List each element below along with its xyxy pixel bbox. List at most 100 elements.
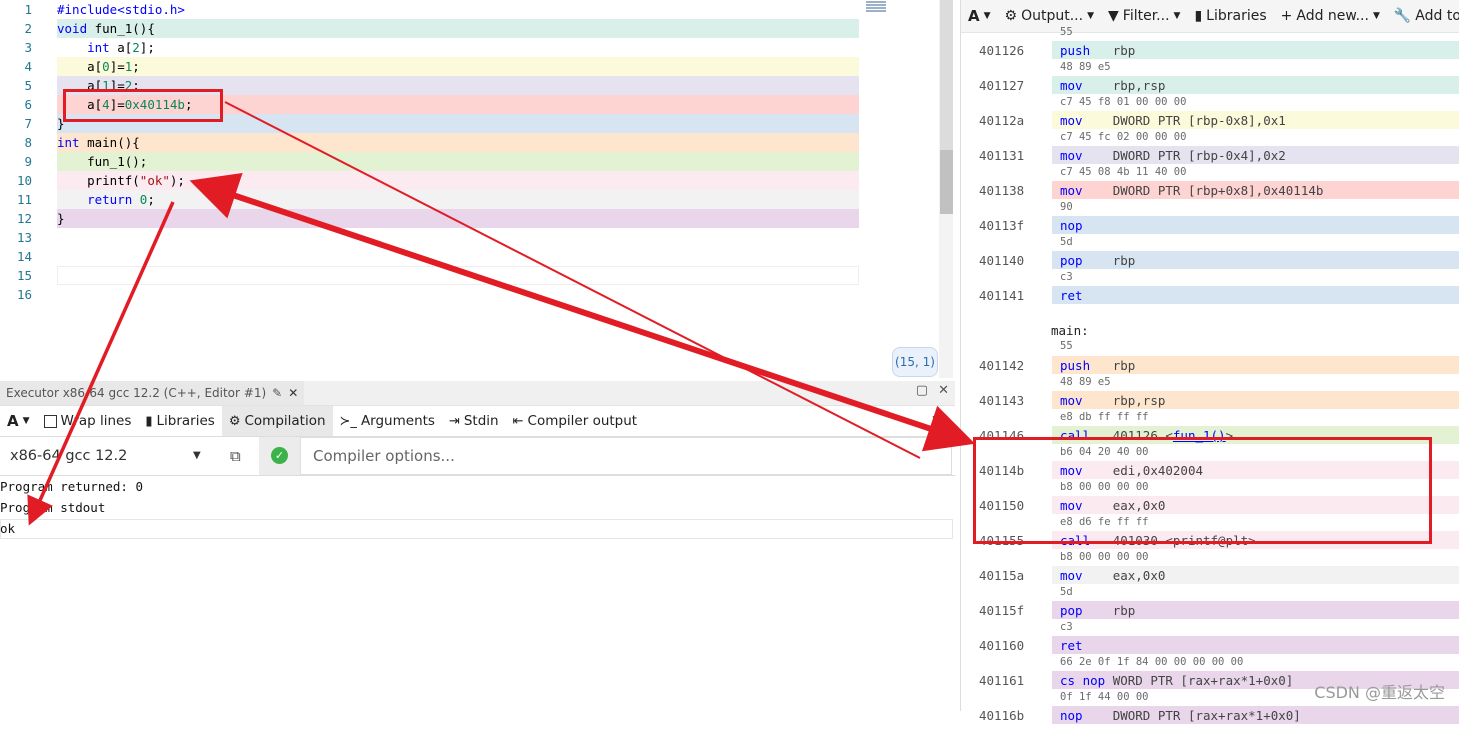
- asm-address: 401160: [979, 638, 1025, 653]
- line-number: 4: [24, 59, 32, 74]
- asm-line-highlight: [1052, 216, 1459, 234]
- asm-row[interactable]: 40115f pop rbp c3: [961, 601, 1459, 636]
- asm-instruction: push rbp: [1060, 43, 1136, 58]
- editor-line[interactable]: 14: [0, 247, 940, 266]
- editor-line[interactable]: 12}: [0, 209, 940, 228]
- editor-line[interactable]: 2 void fun_1(){: [0, 19, 940, 38]
- asm-opcode-bytes: 0f 1f 44 00 00: [1060, 691, 1149, 703]
- executor-pane: Executor x86-64 gcc 12.2 (C++, Editor #1…: [0, 381, 955, 711]
- asm-row[interactable]: 401138 mov DWORD PTR [rbp+0x8],0x40114b 90: [961, 181, 1459, 216]
- asm-address: 401138: [979, 183, 1025, 198]
- asm-row[interactable]: 401131 mov DWORD PTR [rbp-0x4],0x2 c7 45 0…: [961, 146, 1459, 181]
- code-text: int main(){: [57, 135, 140, 150]
- font-size-button[interactable]: A ▼: [0, 406, 37, 436]
- program-returned: Program returned: 0: [0, 479, 143, 494]
- code-text: #include<stdio.h>: [57, 2, 185, 17]
- asm-opcode-bytes: 90: [1060, 201, 1073, 213]
- editor-scrollbar-thumb[interactable]: [940, 150, 953, 214]
- asm-address: 40115a: [979, 568, 1025, 583]
- line-number: 14: [16, 249, 32, 264]
- line-number: 8: [24, 135, 32, 150]
- asm-row[interactable]: 40116b nop DWORD PTR [rax+rax*1+0x0]: [961, 706, 1459, 741]
- cursor-position-badge: (15, 1): [892, 347, 938, 377]
- asm-row[interactable]: 40113f nop 5d: [961, 216, 1459, 251]
- asm-opcode-bytes: c7 45 fc 02 00 00 00: [1060, 131, 1187, 143]
- checkbox-icon[interactable]: [43, 414, 57, 428]
- wrap-lines-label: Wrap lines: [60, 413, 132, 429]
- asm-opcode-bytes: b8 00 00 00 00: [1060, 551, 1149, 563]
- asm-opcode-bytes: 66 2e 0f 1f 84 00 00 00 00 00: [1060, 656, 1244, 668]
- asm-instruction: mov DWORD PTR [rbp-0x4],0x2: [1060, 148, 1286, 163]
- asm-instruction: pop rbp: [1060, 253, 1136, 268]
- asm-row[interactable]: main: 55: [961, 321, 1459, 356]
- highlight-box-main-call: [973, 437, 1432, 544]
- code-text: }: [57, 211, 65, 226]
- compiler-options-input[interactable]: Compiler options...: [300, 437, 952, 475]
- compiler-bar: x86-64 gcc 12.2 ▼ ⧉ ✓ Compiler options..…: [0, 437, 955, 476]
- asm-instruction: mov eax,0x0: [1060, 568, 1166, 583]
- line-number: 13: [16, 230, 32, 245]
- terminal-icon: ≻_: [339, 413, 357, 429]
- asm-row[interactable]: 401126 push rbp 48 89 e5: [961, 41, 1459, 76]
- asm-row[interactable]: 40112a mov DWORD PTR [rbp-0x8],0x1 c7 45 f…: [961, 111, 1459, 146]
- edit-pencil-icon[interactable]: ✎: [272, 386, 282, 400]
- editor-line[interactable]: 4 a[0]=1;: [0, 57, 940, 76]
- asm-instruction: mov rbp,rsp: [1060, 393, 1166, 408]
- asm-opcode-bytes: 5d: [1060, 236, 1073, 248]
- check-circle-icon: ✓: [271, 447, 288, 464]
- compilation-button[interactable]: ⚙ Compilation: [221, 406, 333, 436]
- asm-row[interactable]: 401140 pop rbp c3: [961, 251, 1459, 286]
- program-stdout-label: Program stdout: [0, 500, 106, 515]
- asm-row[interactable]: 401143 mov rbp,rsp e8 db ff ff ff: [961, 391, 1459, 426]
- line-number: 16: [16, 287, 32, 302]
- editor-line[interactable]: 3 int a[2];: [0, 38, 940, 57]
- editor-line[interactable]: 9 fun_1();: [0, 152, 940, 171]
- asm-row[interactable]: 55: [961, 6, 1459, 41]
- chevron-down-icon[interactable]: ▼: [193, 450, 201, 461]
- editor-line[interactable]: 11 return 0;: [0, 190, 940, 209]
- asm-opcode-bytes: 48 89 e5: [1060, 61, 1111, 73]
- asm-instruction: nop DWORD PTR [rax+rax*1+0x0]: [1060, 708, 1301, 723]
- editor-line[interactable]: 16: [0, 285, 940, 304]
- close-pane-icon[interactable]: ✕: [938, 383, 949, 398]
- source-editor[interactable]: 1 #include<stdio.h> 2 void fun_1(){3 int a[…: [0, 0, 940, 378]
- stdin-button[interactable]: ⇥ Stdin: [442, 406, 506, 436]
- asm-address: 401143: [979, 393, 1025, 408]
- book-icon: ▮: [145, 413, 153, 429]
- window-controls: ▢ ✕: [916, 383, 949, 398]
- maximize-icon[interactable]: ▢: [916, 383, 928, 398]
- font-icon: A: [7, 412, 19, 430]
- asm-instruction: push rbp: [1060, 358, 1136, 373]
- asm-row[interactable]: 401142 push rbp 48 89 e5: [961, 356, 1459, 391]
- asm-row[interactable]: 401160 ret 66 2e 0f 1f 84 00 00 00 00 00: [961, 636, 1459, 671]
- highlight-box-overwrite: [63, 89, 223, 122]
- asm-instruction: ret: [1060, 288, 1113, 303]
- caret-down-icon: ▼: [22, 416, 30, 426]
- editor-line[interactable]: 8 int main(){: [0, 133, 940, 152]
- compiler-output-button[interactable]: ⇤ Compiler output: [506, 406, 645, 436]
- editor-line[interactable]: 13: [0, 228, 940, 247]
- popout-icon[interactable]: ⧉: [230, 447, 241, 465]
- editor-minimap[interactable]: [866, 0, 886, 20]
- executor-toolbar: A ▼ Wrap lines ▮ Libraries ⚙ Compilation …: [0, 406, 955, 437]
- wrap-lines-toggle[interactable]: Wrap lines: [37, 406, 139, 436]
- refresh-icon[interactable]: ↻: [932, 412, 945, 431]
- asm-row[interactable]: 40115a mov eax,0x0 5d: [961, 566, 1459, 601]
- line-highlight: [57, 152, 859, 171]
- executor-tab[interactable]: Executor x86-64 gcc 12.2 (C++, Editor #1…: [0, 381, 305, 405]
- close-icon[interactable]: ✕: [288, 386, 298, 400]
- line-number: 6: [24, 97, 32, 112]
- line-number: 1: [24, 2, 32, 17]
- compiler-select[interactable]: x86-64 gcc 12.2: [0, 437, 218, 475]
- asm-instruction: cs nop WORD PTR [rax+rax*1+0x0]: [1060, 673, 1294, 688]
- asm-row[interactable]: 401127 mov rbp,rsp c7 45 f8 01 00 00 00: [961, 76, 1459, 111]
- asm-row[interactable]: 401141 ret: [961, 286, 1459, 321]
- editor-line[interactable]: 10 printf("ok");: [0, 171, 940, 190]
- editor-line[interactable]: 1 #include<stdio.h>: [0, 0, 940, 19]
- libraries-button[interactable]: ▮ Libraries: [138, 406, 221, 436]
- arguments-button[interactable]: ≻_ Arguments: [333, 406, 442, 436]
- code-text: void fun_1(){: [57, 21, 155, 36]
- asm-address: 401126: [979, 43, 1025, 58]
- asm-address: 401127: [979, 78, 1025, 93]
- line-number: 5: [24, 78, 32, 93]
